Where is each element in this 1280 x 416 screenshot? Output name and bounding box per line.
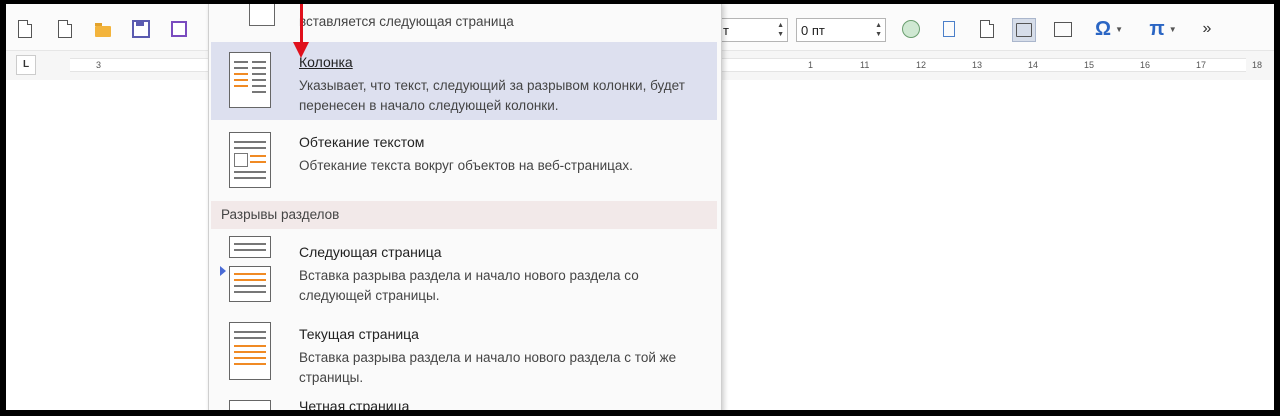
ruler-number: 15: [1084, 60, 1095, 70]
page-icon[interactable]: [976, 18, 998, 40]
blank-document-icon[interactable]: [54, 18, 76, 40]
ruler-number: 12: [916, 60, 927, 70]
menu-item-title: Обтекание текстом: [299, 134, 425, 150]
shape-circle-icon[interactable]: [900, 18, 922, 40]
word-window: т ▲ ▼ 0 пт ▲ ▼ Ω ▼ π ▼ » L 3 1 11 12 13 …: [6, 4, 1274, 410]
page-break-icon: [249, 4, 275, 26]
ruler-number: 11: [860, 60, 870, 70]
menu-item-even-page[interactable]: Четная страница: [211, 396, 717, 410]
chevron-down-icon: ▼: [1168, 24, 1177, 34]
spacing-after-field[interactable]: 0 пт ▲ ▼: [796, 18, 886, 42]
menu-item-continuous[interactable]: Текущая страница Вставка разрыва раздела…: [211, 314, 717, 390]
continuous-section-icon: [229, 322, 271, 380]
menu-item-next-page[interactable]: Следующая страница Вставка разрыва разде…: [211, 232, 717, 308]
new-document-icon[interactable]: [14, 18, 36, 40]
red-arrow-annotation: [300, 4, 303, 46]
ruler-number: 14: [1028, 60, 1039, 70]
ruler-number: 18: [1252, 60, 1263, 70]
ruler-number: 13: [972, 60, 983, 70]
section-breaks-header: Разрывы разделов: [211, 201, 717, 229]
next-page-icon-lower: [229, 266, 271, 302]
ruler-number: 17: [1196, 60, 1207, 70]
menu-item-column-break[interactable]: Колонка Указывает, что текст, следующий …: [211, 42, 717, 120]
red-arrow-head-icon: [293, 42, 309, 58]
current-selection-marker-icon: [220, 266, 226, 276]
menu-item-title: Четная страница: [299, 398, 410, 410]
menu-item-title: Текущая страница: [299, 326, 419, 342]
even-page-icon: [229, 400, 271, 410]
text-wrapping-icon: [229, 132, 271, 188]
ruler-number: 1: [808, 60, 814, 70]
tab-stop-selector[interactable]: L: [16, 55, 36, 75]
next-page-icon: [229, 236, 271, 258]
menu-item-text-wrapping[interactable]: Обтекание текстом Обтекание текста вокру…: [211, 122, 717, 198]
frame-icon[interactable]: [938, 18, 960, 40]
pi-equation-button[interactable]: π ▼: [1144, 18, 1182, 40]
menu-item-title: Следующая страница: [299, 244, 442, 260]
spin-arrows-icon[interactable]: ▲ ▼: [777, 21, 784, 39]
ruler-number: 3: [96, 60, 102, 70]
two-pages-icon[interactable]: [1012, 18, 1036, 42]
menu-item-page-break[interactable]: вставляется следующая страница: [211, 4, 717, 42]
menu-item-description: вставляется следующая страница: [299, 14, 514, 29]
menu-item-description: Вставка разрыва раздела и начало нового …: [299, 350, 677, 385]
spin-arrows-icon[interactable]: ▲ ▼: [875, 21, 882, 39]
save-as-icon[interactable]: [168, 18, 190, 40]
save-icon[interactable]: [130, 18, 152, 40]
menu-item-description: Указывает, что текст, следующий за разры…: [299, 78, 685, 113]
more-tools-icon[interactable]: »: [1196, 18, 1218, 40]
chevron-down-icon: ▼: [1115, 24, 1123, 34]
spacing-before-field[interactable]: т ▲ ▼: [718, 18, 788, 42]
menu-item-description: Вставка разрыва раздела и начало нового …: [299, 268, 639, 303]
open-folder-icon[interactable]: [92, 18, 114, 40]
omega-symbol-button[interactable]: Ω ▼: [1090, 18, 1128, 40]
breaks-dropdown-menu: вставляется следующая страница Колонка У…: [208, 4, 722, 410]
column-break-icon: [229, 52, 271, 108]
book-view-icon[interactable]: [1052, 18, 1074, 40]
ruler-number: 16: [1140, 60, 1151, 70]
menu-item-description: Обтекание текста вокруг объектов на веб-…: [299, 158, 633, 173]
